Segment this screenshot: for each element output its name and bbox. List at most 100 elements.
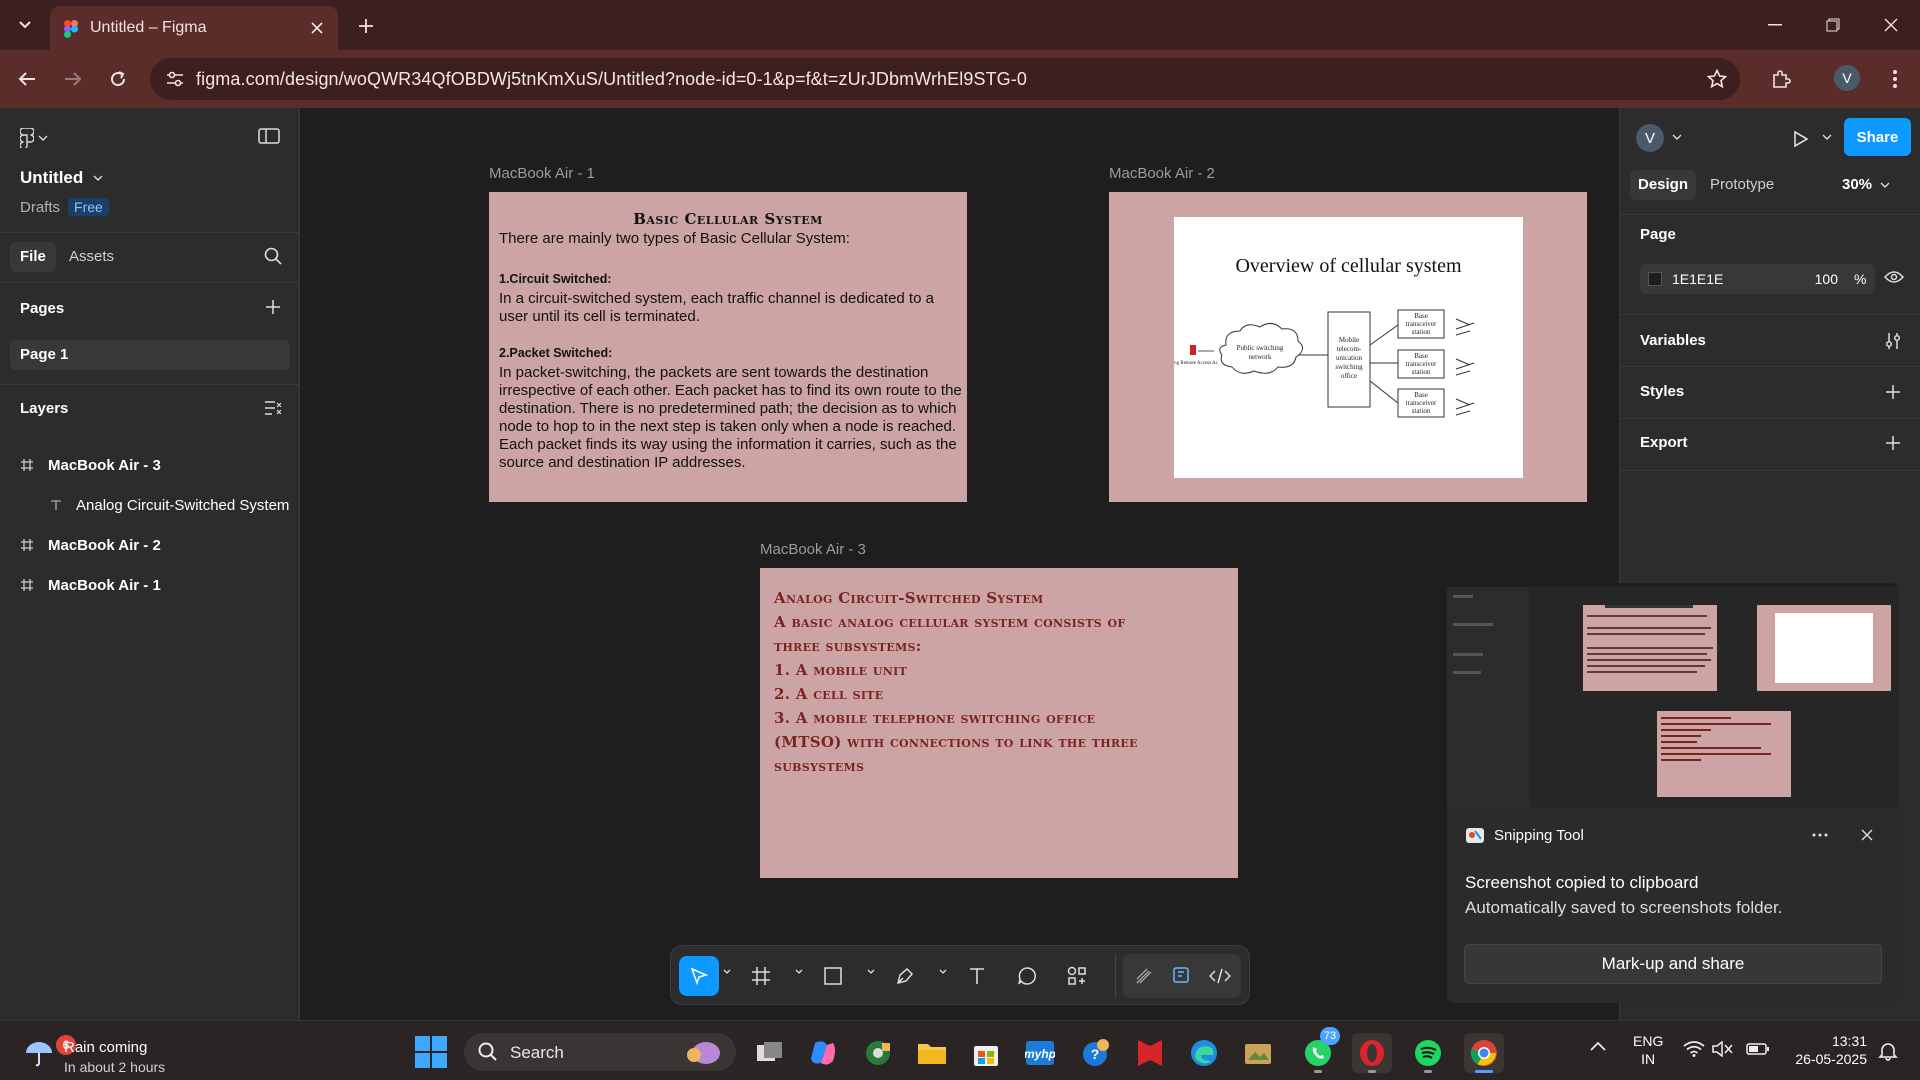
figma-main-menu[interactable]: [20, 128, 48, 148]
design-canvas[interactable]: MacBook Air - 1 Basic Cellular System Th…: [301, 108, 1619, 1020]
plan-badge[interactable]: Free: [68, 198, 109, 216]
move-tool-button[interactable]: [679, 956, 719, 996]
present-button[interactable]: [1786, 124, 1816, 154]
more-options-icon[interactable]: [1805, 823, 1835, 847]
hp-app-icon[interactable]: myhp: [1020, 1033, 1060, 1073]
layers-list-icon[interactable]: [264, 400, 282, 416]
mtso-label: switching: [1335, 363, 1363, 371]
frame-macbook-air-2[interactable]: Overview of cellular system Public switc…: [1109, 192, 1587, 502]
task-view-icon[interactable]: [750, 1033, 790, 1073]
frame-label[interactable]: MacBook Air - 1: [489, 165, 595, 182]
back-button[interactable]: [12, 64, 42, 94]
chevron-down-icon[interactable]: [1672, 134, 1682, 140]
extensions-puzzle-icon[interactable]: [1766, 64, 1796, 94]
dev-mode-button[interactable]: [1201, 956, 1239, 996]
frame3-heading: Analog Circuit-Switched System: [774, 589, 1044, 607]
tab-file[interactable]: File: [10, 242, 56, 272]
chevron-down-icon[interactable]: [939, 969, 947, 975]
chevron-down-icon[interactable]: [723, 969, 731, 975]
opera-browser-icon[interactable]: [1352, 1033, 1392, 1073]
frame-macbook-air-3[interactable]: Analog Circuit-Switched System A basic a…: [760, 568, 1238, 878]
frame-macbook-air-1[interactable]: Basic Cellular System There are mainly t…: [489, 192, 967, 502]
page-background-field[interactable]: 1E1E1E 100 %: [1640, 264, 1875, 294]
adjust-sliders-icon[interactable]: [1884, 332, 1902, 350]
close-tab-icon[interactable]: [306, 17, 328, 39]
color-swatch[interactable]: [1648, 272, 1662, 286]
reload-button[interactable]: [103, 64, 133, 94]
file-name[interactable]: Untitled: [20, 168, 103, 188]
hp-support-icon[interactable]: ?: [1076, 1033, 1116, 1073]
draw-tool-button[interactable]: [1125, 956, 1163, 996]
address-bar[interactable]: figma.com/design/woQWR34QfOBDWj5tnKmXuS/…: [150, 58, 1740, 100]
spotify-icon[interactable]: [1408, 1033, 1448, 1073]
volume-muted-icon[interactable]: [1712, 1041, 1734, 1057]
page-color-hex[interactable]: 1E1E1E: [1672, 271, 1723, 287]
chevron-up-icon[interactable]: [1590, 1041, 1606, 1051]
page-item[interactable]: Page 1: [10, 340, 290, 370]
user-avatar[interactable]: V: [1636, 124, 1664, 152]
page-opacity-value[interactable]: 100: [1798, 271, 1838, 287]
markup-and-share-button[interactable]: Mark-up and share: [1464, 944, 1882, 984]
browser-tab[interactable]: Untitled – Figma: [50, 6, 338, 50]
zoom-dropdown[interactable]: 30%: [1842, 170, 1890, 200]
forward-button[interactable]: [58, 64, 88, 94]
toggle-sidebar-icon[interactable]: [258, 128, 280, 144]
restore-button[interactable]: [1818, 12, 1848, 38]
frame-label[interactable]: MacBook Air - 3: [760, 541, 866, 558]
tab-design[interactable]: Design: [1630, 170, 1697, 200]
tab-search-button[interactable]: [8, 10, 42, 40]
chrome-browser-icon[interactable]: [1464, 1033, 1504, 1073]
battery-icon[interactable]: [1746, 1043, 1770, 1055]
divider: [1620, 366, 1920, 367]
comment-tool-button[interactable]: [1007, 956, 1047, 996]
copilot-icon[interactable]: [804, 1033, 844, 1073]
frame-tool-button[interactable]: [741, 956, 781, 996]
close-icon[interactable]: [1853, 823, 1881, 847]
pen-tool-button[interactable]: [885, 956, 925, 996]
layer-row[interactable]: Analog Circuit-Switched System: [50, 493, 289, 517]
taskbar-search-box[interactable]: Search: [464, 1033, 736, 1071]
chevron-down-icon[interactable]: [795, 969, 803, 975]
share-button[interactable]: Share: [1844, 118, 1911, 156]
search-icon[interactable]: [264, 247, 282, 265]
add-style-icon[interactable]: [1884, 383, 1902, 401]
layer-row[interactable]: MacBook Air - 2: [20, 533, 161, 557]
wifi-icon[interactable]: [1683, 1041, 1705, 1057]
chevron-down-icon[interactable]: [867, 969, 875, 975]
photos-folder-icon[interactable]: [1238, 1033, 1278, 1073]
whatsapp-icon[interactable]: 73: [1298, 1027, 1340, 1073]
new-tab-button[interactable]: [352, 12, 380, 40]
design-mode-button[interactable]: [1163, 956, 1201, 996]
layer-row[interactable]: MacBook Air - 1: [20, 573, 161, 597]
system-clock[interactable]: 13:31 26-05-2025: [1782, 1032, 1867, 1068]
profile-avatar[interactable]: V: [1834, 65, 1860, 91]
kebab-menu-icon[interactable]: [1880, 64, 1910, 94]
frame-label[interactable]: MacBook Air - 2: [1109, 165, 1215, 182]
add-page-icon[interactable]: [264, 298, 282, 316]
shape-tool-button[interactable]: [813, 956, 853, 996]
notification-bell-icon[interactable]: [1878, 1041, 1898, 1061]
close-window-button[interactable]: [1876, 12, 1906, 38]
chevron-down-icon[interactable]: [1822, 134, 1832, 140]
add-export-icon[interactable]: [1884, 434, 1902, 452]
bookmark-star-icon[interactable]: [1704, 67, 1730, 91]
file-explorer-icon[interactable]: [912, 1033, 952, 1073]
minimize-button[interactable]: [1760, 12, 1790, 38]
drafts-label[interactable]: Drafts: [20, 199, 60, 216]
station-label: Base: [1414, 391, 1428, 399]
screenshot-preview[interactable]: [1447, 583, 1899, 807]
text-tool-button[interactable]: [957, 956, 997, 996]
site-info-icon[interactable]: [162, 67, 188, 91]
edge-browser-icon[interactable]: [1184, 1033, 1224, 1073]
tab-assets[interactable]: Assets: [69, 242, 114, 272]
actions-tool-button[interactable]: [1057, 956, 1097, 996]
windows-start-button[interactable]: [414, 1035, 448, 1069]
input-language-indicator[interactable]: ENG IN: [1633, 1032, 1663, 1068]
eye-icon[interactable]: [1884, 270, 1904, 284]
tab-prototype[interactable]: Prototype: [1710, 170, 1774, 200]
layer-row[interactable]: MacBook Air - 3: [20, 453, 161, 477]
xbox-gamebar-icon[interactable]: [858, 1033, 898, 1073]
mcafee-icon[interactable]: [1130, 1033, 1170, 1073]
microsoft-store-icon[interactable]: [966, 1033, 1006, 1073]
weather-widget[interactable]: 6 Rain coming In about 2 hours: [20, 1029, 200, 1075]
